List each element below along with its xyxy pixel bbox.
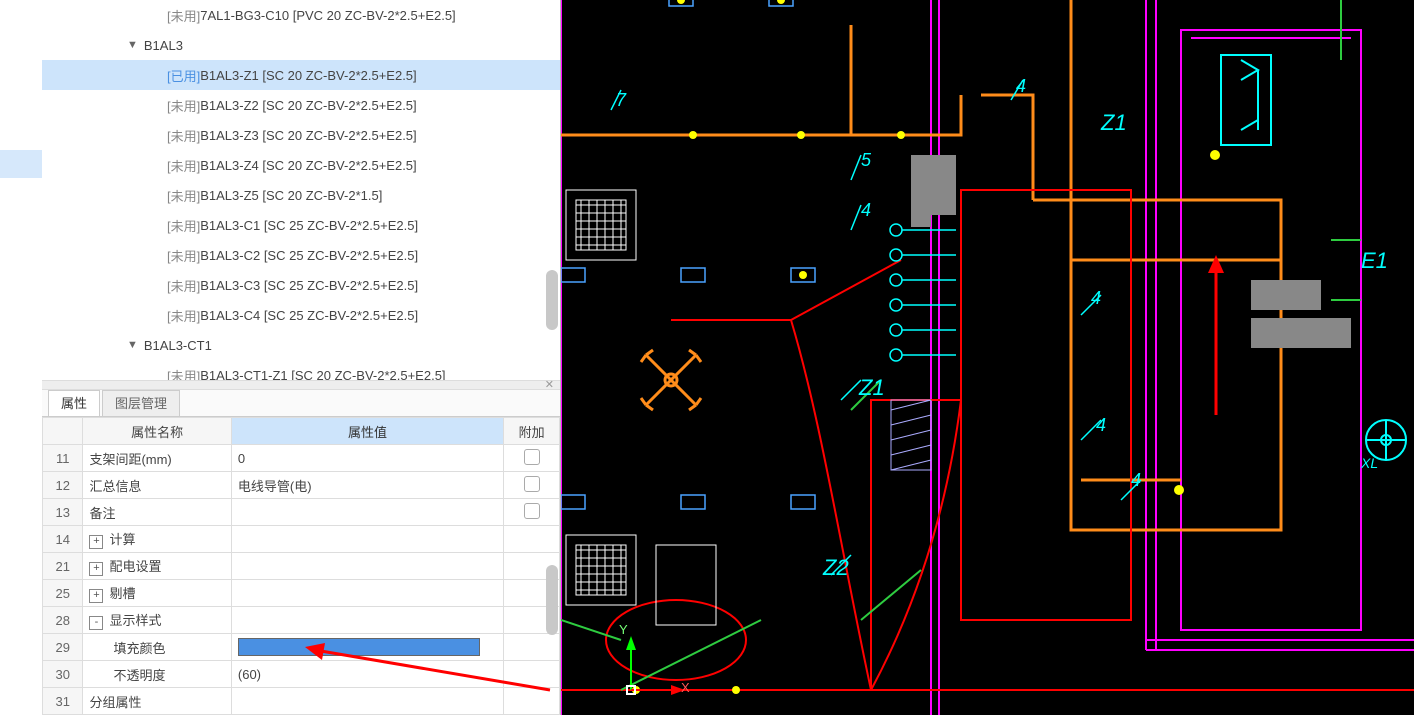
side-panel: [未用] 7AL1-BG3-C10 [PVC 20 ZC-BV-2*2.5+E2… [42, 0, 561, 715]
tab-layers[interactable]: 图层管理 [102, 390, 180, 416]
tree-item[interactable]: [未用] B1AL3-Z2 [SC 20 ZC-BV-2*2.5+E2.5] [42, 90, 560, 120]
checkbox[interactable] [524, 503, 540, 519]
property-row[interactable]: 21+配电设置 [43, 553, 560, 580]
label-4b: 4 [1016, 76, 1026, 97]
panel-splitter[interactable]: ✕ [42, 380, 560, 390]
label-4c: 4 [1091, 288, 1101, 309]
circuit-tree[interactable]: [未用] 7AL1-BG3-C10 [PVC 20 ZC-BV-2*2.5+E2… [42, 0, 560, 380]
property-tabs: 属性 图层管理 [42, 390, 560, 417]
label-xl: XL [1361, 455, 1378, 471]
tree-item[interactable]: [未用] B1AL3-C2 [SC 25 ZC-BV-2*2.5+E2.5] [42, 240, 560, 270]
tree-item[interactable]: [未用] 7AL1-BG3-C10 [PVC 20 ZC-BV-2*2.5+E2… [42, 0, 560, 30]
tree-scrollbar[interactable] [546, 0, 558, 380]
tree-item[interactable]: [未用] B1AL3-C4 [SC 25 ZC-BV-2*2.5+E2.5] [42, 300, 560, 330]
property-row[interactable]: 11支架间距(mm)0 [43, 445, 560, 472]
col-value[interactable]: 属性值 [231, 418, 503, 445]
plus-icon[interactable]: + [89, 562, 103, 576]
tree-item[interactable]: [未用] B1AL3-C1 [SC 25 ZC-BV-2*2.5+E2.5] [42, 210, 560, 240]
tree-item[interactable]: [已用] B1AL3-Z1 [SC 20 ZC-BV-2*2.5+E2.5] [42, 60, 560, 90]
property-row[interactable]: 12汇总信息电线导管(电) [43, 472, 560, 499]
close-icon[interactable]: ✕ [545, 378, 554, 391]
axis-x: X [681, 680, 690, 695]
label-5: 5 [861, 150, 871, 171]
property-row[interactable]: 31分组属性 [43, 688, 560, 715]
tree-item[interactable]: [未用] B1AL3-Z4 [SC 20 ZC-BV-2*2.5+E2.5] [42, 150, 560, 180]
property-row[interactable]: 25+剔槽 [43, 580, 560, 607]
label-4a: 4 [861, 200, 871, 221]
tree-group[interactable]: ▼B1AL3 [42, 30, 560, 60]
label-z1a: Z1 [1101, 110, 1127, 136]
label-4e: 4 [1131, 470, 1141, 491]
property-row[interactable]: 28-显示样式 [43, 607, 560, 634]
col-name: 属性名称 [83, 418, 231, 445]
checkbox[interactable] [524, 449, 540, 465]
label-7: 7 [616, 90, 626, 111]
expand-icon[interactable]: ▼ [127, 39, 138, 51]
property-row[interactable]: 13备注 [43, 499, 560, 526]
tree-group[interactable]: ▼B1AL3-CT1 [42, 330, 560, 360]
cad-viewport[interactable]: 7 5 4 4 Z1 4 4 4 Z1 Z2 E1 XL Y X [561, 0, 1414, 715]
label-e1: E1 [1361, 248, 1388, 274]
checkbox[interactable] [524, 476, 540, 492]
label-4d: 4 [1096, 415, 1106, 436]
tab-properties[interactable]: 属性 [48, 390, 100, 416]
axis-y: Y [619, 622, 628, 637]
minus-icon[interactable]: - [89, 616, 103, 630]
color-swatch[interactable] [238, 638, 480, 656]
property-row[interactable]: 30不透明度(60) [43, 661, 560, 688]
property-grid: 属性名称 属性值 附加 11支架间距(mm)012汇总信息电线导管(电)13备注… [42, 417, 560, 715]
col-extra: 附加 [504, 418, 560, 445]
tree-item[interactable]: [未用] B1AL3-C3 [SC 25 ZC-BV-2*2.5+E2.5] [42, 270, 560, 300]
label-z1b: Z1 [859, 375, 885, 401]
tree-item[interactable]: [未用] B1AL3-Z5 [SC 20 ZC-BV-2*1.5] [42, 180, 560, 210]
gutter-highlight [0, 150, 42, 178]
plus-icon[interactable]: + [89, 535, 103, 549]
left-gutter [0, 0, 42, 715]
expand-icon[interactable]: ▼ [127, 339, 138, 351]
tree-item[interactable]: [未用] B1AL3-CT1-Z1 [SC 20 ZC-BV-2*2.5+E2.… [42, 360, 560, 380]
plus-icon[interactable]: + [89, 589, 103, 603]
grid-scrollbar[interactable] [546, 445, 558, 713]
property-row[interactable]: 14+计算 [43, 526, 560, 553]
property-row[interactable]: 29填充颜色 [43, 634, 560, 661]
tree-item[interactable]: [未用] B1AL3-Z3 [SC 20 ZC-BV-2*2.5+E2.5] [42, 120, 560, 150]
label-z2: Z2 [823, 555, 849, 581]
